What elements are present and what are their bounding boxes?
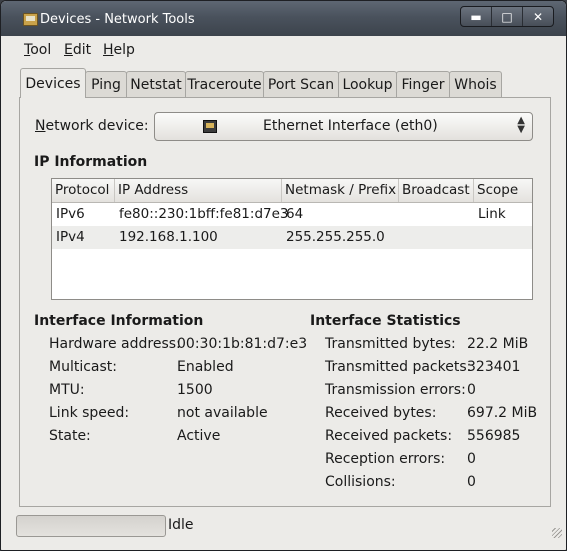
tab-netstat[interactable]: Netstat	[126, 71, 186, 97]
state-value: Active	[177, 428, 221, 444]
transmission-errors-value: 0	[467, 382, 476, 398]
column-header-protocol[interactable]: Protocol	[52, 179, 115, 202]
menu-edit[interactable]: Edit	[64, 42, 91, 58]
minimize-button[interactable]: ▬	[461, 7, 492, 26]
column-header-netmask[interactable]: Netmask / Prefix	[282, 179, 399, 202]
network-device-combobox[interactable]: Ethernet Interface (eth0) ▲ ▼	[154, 112, 533, 141]
table-row[interactable]: IPv6 fe80::230:1bff:fe81:d7e3 64 Link	[52, 203, 532, 226]
progress-bar	[16, 515, 166, 537]
menu-help[interactable]: Help	[103, 42, 135, 58]
hardware-address-label: Hardware address:	[49, 336, 181, 352]
collisions-value: 0	[467, 474, 476, 490]
status-bar: Idle	[1, 510, 566, 550]
transmitted-packets-label: Transmitted packets:	[325, 359, 472, 375]
menu-tool-label: ool	[30, 42, 52, 58]
reception-errors-value: 0	[467, 451, 476, 467]
maximize-button[interactable]: □	[492, 7, 523, 26]
transmission-errors-label: Transmission errors:	[325, 382, 466, 398]
window-title: Devices - Network Tools	[40, 12, 195, 27]
transmitted-packets-value: 323401	[467, 359, 521, 375]
tab-port-scan[interactable]: Port Scan	[263, 71, 339, 97]
column-header-scope[interactable]: Scope	[474, 179, 532, 202]
status-text: Idle	[168, 517, 194, 533]
column-header-ip-address[interactable]: IP Address	[115, 179, 282, 202]
menu-tool[interactable]: Tool	[24, 42, 51, 58]
cell-ip-address: fe80::230:1bff:fe81:d7e3	[119, 206, 289, 222]
multicast-value: Enabled	[177, 359, 234, 375]
column-header-broadcast[interactable]: Broadcast	[399, 179, 474, 202]
menu-bar: Tool Edit Help	[1, 36, 566, 63]
received-bytes-label: Received bytes:	[325, 405, 437, 421]
network-device-mnemonic: N	[35, 118, 46, 134]
title-bar[interactable]: Devices - Network Tools ▬ □ ✕	[1, 1, 566, 36]
mtu-label: MTU:	[49, 382, 85, 398]
tab-finger[interactable]: Finger	[396, 71, 450, 97]
network-card-icon	[203, 120, 217, 133]
ip-information-table[interactable]: Protocol IP Address Netmask / Prefix Bro…	[51, 178, 533, 300]
link-speed-value: not available	[177, 405, 268, 421]
network-device-label: Network device:	[35, 118, 149, 134]
menu-help-mnemonic: H	[103, 42, 114, 58]
received-packets-value: 556985	[467, 428, 521, 444]
cell-scope: Link	[478, 206, 506, 222]
tab-lookup[interactable]: Lookup	[338, 71, 397, 97]
transmitted-bytes-label: Transmitted bytes:	[325, 336, 456, 352]
table-row[interactable]: IPv4 192.168.1.100 255.255.255.0	[52, 226, 532, 249]
hardware-address-value: 00:30:1b:81:d7:e3	[177, 336, 308, 352]
interface-statistics-title: Interface Statistics	[310, 313, 461, 329]
reception-errors-label: Reception errors:	[325, 451, 446, 467]
cell-ip-address: 192.168.1.100	[119, 229, 218, 245]
network-device-selected: Ethernet Interface (eth0)	[263, 118, 438, 134]
tab-devices[interactable]: Devices	[20, 68, 86, 98]
interface-information-title: Interface Information	[34, 313, 204, 329]
table-header: Protocol IP Address Netmask / Prefix Bro…	[52, 179, 532, 203]
network-device-label-text: etwork device:	[45, 118, 149, 134]
tab-whois[interactable]: Whois	[449, 71, 502, 97]
devices-tab-panel: Network device: Ethernet Interface (eth0…	[19, 97, 551, 507]
window-controls: ▬ □ ✕	[460, 6, 554, 27]
combo-up-down-arrows-icon: ▲ ▼	[517, 115, 525, 135]
tab-ping[interactable]: Ping	[85, 71, 127, 97]
mtu-value: 1500	[177, 382, 213, 398]
multicast-label: Multicast:	[49, 359, 117, 375]
network-tools-window: Devices - Network Tools ▬ □ ✕ Tool Edit …	[0, 0, 567, 551]
close-button[interactable]: ✕	[523, 7, 553, 26]
menu-edit-mnemonic: E	[64, 42, 73, 58]
network-tools-app-icon	[23, 13, 38, 26]
tab-traceroute[interactable]: Traceroute	[185, 71, 264, 97]
ip-information-title: IP Information	[34, 154, 148, 170]
link-speed-label: Link speed:	[49, 405, 130, 421]
state-label: State:	[49, 428, 91, 444]
menu-help-label: elp	[113, 42, 135, 58]
received-bytes-value: 697.2 MiB	[467, 405, 538, 421]
menu-edit-label: dit	[72, 42, 92, 58]
resize-grip-icon[interactable]	[552, 528, 562, 538]
cell-netmask: 255.255.255.0	[286, 229, 385, 245]
received-packets-label: Received packets:	[325, 428, 453, 444]
transmitted-bytes-value: 22.2 MiB	[467, 336, 529, 352]
cell-netmask: 64	[286, 206, 304, 222]
collisions-label: Collisions:	[325, 474, 396, 490]
cell-protocol: IPv6	[56, 206, 85, 222]
cell-protocol: IPv4	[56, 229, 85, 245]
